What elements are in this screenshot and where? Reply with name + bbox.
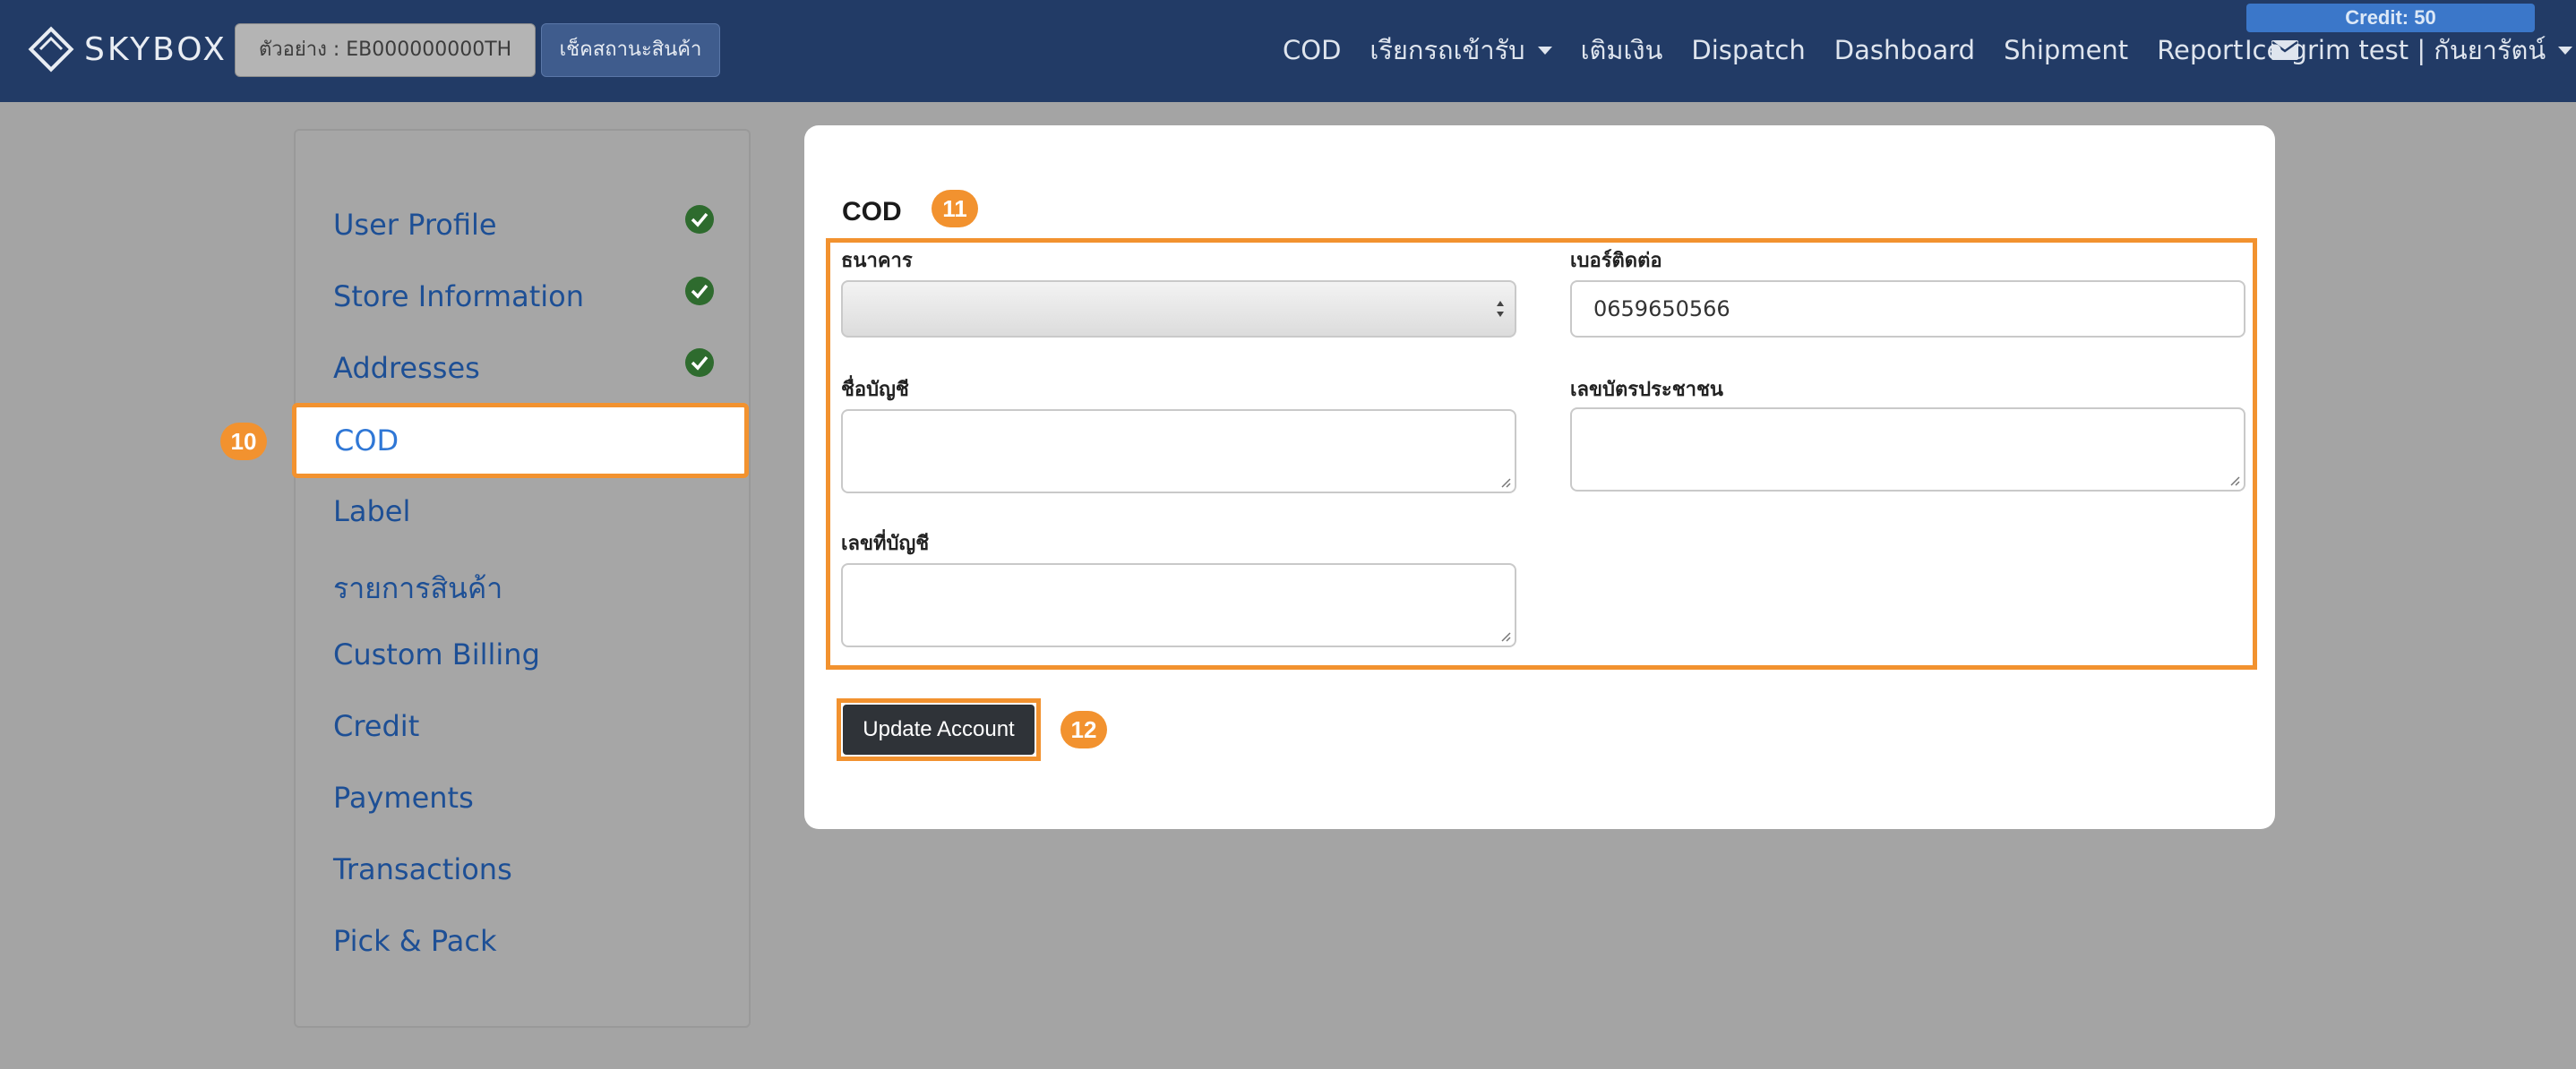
- page-title: COD: [842, 197, 902, 227]
- step-badge-12: 12: [1060, 711, 1107, 748]
- check-circle-icon: [685, 277, 714, 305]
- resize-handle-icon[interactable]: [1498, 475, 1511, 488]
- bank-select[interactable]: [841, 280, 1516, 338]
- account-name-label: ชื่อบัญชี: [841, 379, 909, 401]
- phone-value: 0659650566: [1593, 296, 1730, 321]
- settings-sidebar: User Profile Store Information Addresses…: [294, 129, 751, 1028]
- sidebar-item-transactions[interactable]: Transactions: [333, 852, 512, 886]
- tracking-input[interactable]: ตัวอย่าง : EB000000000TH: [235, 23, 536, 77]
- phone-label: เบอร์ติดต่อ: [1570, 250, 1662, 272]
- id-card-label: เลขบัตรประชาชน: [1570, 379, 1723, 401]
- sidebar-item-credit[interactable]: Credit: [333, 709, 419, 743]
- cod-form: ธนาคาร เบอร์ติดต่อ 0659650566 ชื่อบัญชี …: [826, 238, 2257, 670]
- chevron-down-icon: [2558, 46, 2573, 55]
- update-button-highlight: Update Account: [837, 698, 1041, 761]
- nav-link-dispatch[interactable]: Dispatch: [1691, 35, 1805, 65]
- sidebar-item-user-profile[interactable]: User Profile: [333, 208, 497, 242]
- step-badge-11: 11: [932, 190, 978, 227]
- sidebar-item-cod-label: COD: [334, 423, 399, 458]
- nav-link-topup[interactable]: เติมเงิน: [1581, 30, 1663, 71]
- brand-name: SKYBOX: [84, 30, 228, 68]
- sidebar-item-pick-pack[interactable]: Pick & Pack: [333, 924, 497, 958]
- sidebar-item-payments[interactable]: Payments: [333, 781, 474, 815]
- sidebar-item-store-information[interactable]: Store Information: [333, 279, 584, 313]
- brand-logo[interactable]: SKYBOX: [25, 23, 228, 75]
- account-name-textarea[interactable]: [841, 409, 1516, 493]
- user-name: Ice grim test | กันยารัตน์: [2245, 35, 2546, 65]
- account-number-label: เลขที่บัญชี: [841, 533, 930, 555]
- update-account-button[interactable]: Update Account: [843, 705, 1035, 755]
- nav-link-pickup[interactable]: เรียกรถเข้ารับ: [1370, 30, 1552, 71]
- step-badge-10: 10: [220, 423, 267, 460]
- nav-link-cod[interactable]: COD: [1283, 35, 1341, 65]
- resize-handle-icon[interactable]: [1498, 629, 1511, 642]
- bank-label: ธนาคาร: [841, 250, 913, 272]
- nav-link-shipment[interactable]: Shipment: [2004, 35, 2128, 65]
- resize-handle-icon[interactable]: [2228, 474, 2240, 486]
- cod-card: COD 11 ธนาคาร เบอร์ติดต่อ 0659650566 ชื่…: [804, 125, 2275, 829]
- nav-link-report[interactable]: Report: [2157, 35, 2243, 65]
- sidebar-item-custom-billing[interactable]: Custom Billing: [333, 637, 540, 671]
- diamond-logo-icon: [28, 26, 74, 73]
- user-menu[interactable]: Ice grim test | กันยารัตน์: [2245, 32, 2573, 68]
- nav-link-dashboard[interactable]: Dashboard: [1834, 35, 1975, 65]
- check-circle-icon: [685, 205, 714, 234]
- sidebar-item-products[interactable]: รายการสินค้า: [333, 566, 502, 611]
- sidebar-item-cod[interactable]: COD: [292, 403, 749, 478]
- chevron-down-icon: [1537, 46, 1552, 55]
- check-status-button[interactable]: เช็คสถานะสินค้า: [541, 23, 720, 77]
- sidebar-item-label[interactable]: Label: [333, 494, 410, 528]
- nav-links: COD เรียกรถเข้ารับ เติมเงิน Dispatch Das…: [1283, 32, 2323, 68]
- id-card-textarea[interactable]: [1570, 407, 2245, 492]
- navbar: SKYBOX ตัวอย่าง : EB000000000TH เช็คสถาน…: [0, 0, 2576, 102]
- credit-badge: Credit: 50: [2246, 4, 2535, 32]
- nav-link-pickup-label: เรียกรถเข้ารับ: [1370, 35, 1525, 65]
- select-arrows-icon: [1497, 301, 1504, 317]
- account-number-textarea[interactable]: [841, 563, 1516, 647]
- phone-input[interactable]: 0659650566: [1570, 280, 2245, 338]
- sidebar-item-addresses[interactable]: Addresses: [333, 351, 480, 385]
- check-circle-icon: [685, 348, 714, 377]
